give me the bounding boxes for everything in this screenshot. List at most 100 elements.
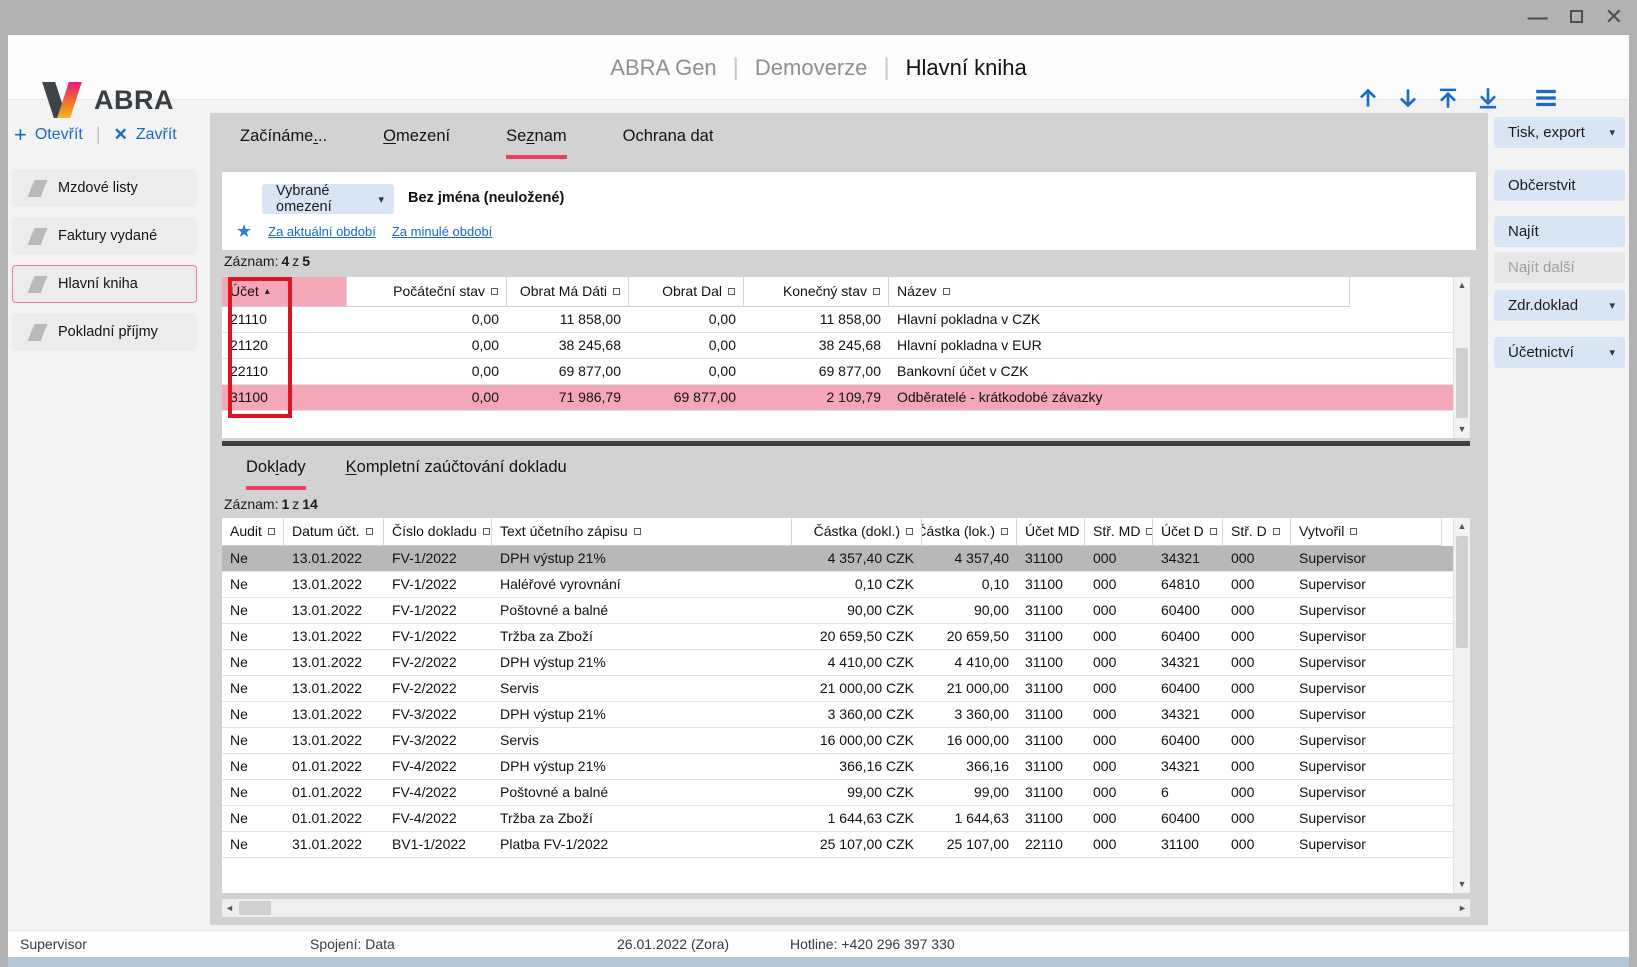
cell: 01.01.2022 bbox=[284, 754, 384, 779]
najit-button[interactable]: Najít bbox=[1494, 216, 1625, 247]
column-header-1[interactable]: Audit bbox=[222, 518, 284, 546]
table-row[interactable]: Ne13.01.2022FV-1/2022DPH výstup 21%4 357… bbox=[222, 546, 1470, 572]
scroll-down-icon[interactable]: ▼ bbox=[1454, 877, 1470, 892]
move-last-icon[interactable] bbox=[1475, 85, 1501, 111]
upper-vertical-scrollbar[interactable]: ▲ ▼ bbox=[1453, 277, 1470, 438]
column-header-8[interactable]: Stř. MD bbox=[1085, 518, 1153, 546]
link-previous-period[interactable]: Za minulé období bbox=[392, 224, 492, 239]
zdr-doklad-button[interactable]: Zdr.doklad▾ bbox=[1494, 290, 1625, 321]
tab-seznam[interactable]: Seznam bbox=[506, 127, 567, 159]
table-row[interactable]: Ne31.01.2022BV1-1/2022Platba FV-1/202225… bbox=[222, 832, 1470, 858]
column-header-2[interactable]: Počáteční stav bbox=[347, 277, 507, 307]
column-header-1[interactable]: Účet▴ bbox=[222, 277, 347, 307]
table-row[interactable]: Ne13.01.2022FV-3/2022DPH výstup 21%3 360… bbox=[222, 702, 1470, 728]
close-list-button[interactable]: ✕ Zavřít bbox=[114, 125, 177, 145]
obcerstvit-button[interactable]: Občerstvit bbox=[1494, 170, 1625, 201]
column-header-11[interactable]: Vytvořil bbox=[1291, 518, 1442, 546]
move-down-icon[interactable] bbox=[1395, 85, 1421, 111]
table-row[interactable]: 211200,0038 245,680,0038 245,68Hlavní po… bbox=[222, 333, 1470, 359]
column-header-6[interactable]: Částka (lok.) bbox=[922, 518, 1017, 546]
column-header-5[interactable]: Konečný stav bbox=[744, 277, 889, 307]
tab-omezeni[interactable]: Omezení bbox=[383, 127, 450, 159]
scroll-up-icon[interactable]: ▲ bbox=[1454, 278, 1470, 293]
lower-scroll-thumb[interactable] bbox=[1456, 536, 1468, 648]
column-header-4[interactable]: Obrat Dal bbox=[629, 277, 744, 307]
minimize-icon[interactable]: — bbox=[1528, 8, 1548, 28]
filter-square-icon[interactable] bbox=[906, 528, 913, 535]
filter-square-icon[interactable] bbox=[491, 288, 498, 295]
scroll-left-icon[interactable]: ◄ bbox=[222, 899, 237, 917]
scroll-right-icon[interactable]: ► bbox=[1455, 899, 1470, 917]
filter-square-icon[interactable] bbox=[943, 288, 950, 295]
sidebar-item-hlavni-kniha[interactable]: Hlavní kniha bbox=[12, 265, 197, 303]
column-header-10[interactable]: Stř. D bbox=[1223, 518, 1291, 546]
filter-square-icon[interactable] bbox=[1001, 528, 1008, 535]
scroll-down-icon[interactable]: ▼ bbox=[1454, 422, 1470, 437]
filter-square-icon[interactable] bbox=[728, 288, 735, 295]
cell: 000 bbox=[1085, 754, 1153, 779]
column-header-label: Částka (dokl.) bbox=[814, 518, 900, 545]
table-row[interactable]: Ne13.01.2022FV-2/2022DPH výstup 21%4 410… bbox=[222, 650, 1470, 676]
cell: Ne bbox=[222, 702, 284, 727]
mode-label: Demoverze bbox=[755, 55, 867, 81]
tab-kompletni-zauctovani[interactable]: Kompletní zaúčtování dokladu bbox=[346, 458, 567, 490]
filter-square-icon[interactable] bbox=[873, 288, 880, 295]
filter-square-icon[interactable] bbox=[634, 528, 641, 535]
cell: FV-1/2022 bbox=[384, 624, 492, 649]
favorite-star-icon[interactable]: ★ bbox=[236, 222, 252, 240]
tab-doklady[interactable]: Doklady bbox=[246, 458, 306, 490]
column-header-6[interactable]: Název bbox=[889, 277, 1350, 307]
filter-square-icon[interactable] bbox=[366, 528, 373, 535]
filter-square-icon[interactable] bbox=[613, 288, 620, 295]
maximize-icon[interactable] bbox=[1570, 7, 1583, 27]
table-row[interactable]: Ne13.01.2022FV-3/2022Servis16 000,00 CZK… bbox=[222, 728, 1470, 754]
tab-zaciname[interactable]: Začínáme... bbox=[240, 127, 327, 159]
table-row[interactable]: Ne13.01.2022FV-1/2022Tržba za Zboží20 65… bbox=[222, 624, 1470, 650]
pane-splitter[interactable] bbox=[222, 441, 1470, 446]
menu-icon[interactable] bbox=[1533, 85, 1559, 111]
move-up-icon[interactable] bbox=[1355, 85, 1381, 111]
table-row[interactable]: Ne13.01.2022FV-2/2022Servis21 000,00 CZK… bbox=[222, 676, 1470, 702]
close-icon[interactable]: ✕ bbox=[1605, 7, 1623, 27]
table-row[interactable]: Ne13.01.2022FV-1/2022Poštovné a balné90,… bbox=[222, 598, 1470, 624]
selected-restriction-dropdown[interactable]: Vybrané omezení ▾ bbox=[262, 184, 394, 214]
cell: FV-3/2022 bbox=[384, 702, 492, 727]
link-current-period[interactable]: Za aktuální období bbox=[268, 224, 376, 239]
sidebar-item-pokladni-prijmy[interactable]: Pokladní příjmy bbox=[12, 313, 197, 351]
column-header-label: Audit bbox=[230, 518, 262, 545]
scroll-up-icon[interactable]: ▲ bbox=[1454, 519, 1470, 534]
column-header-9[interactable]: Účet D bbox=[1153, 518, 1223, 546]
horizontal-scrollbar[interactable]: ◄ ► bbox=[222, 899, 1470, 917]
ucetnictvi-button[interactable]: Účetnictví▾ bbox=[1494, 337, 1625, 368]
filter-square-icon[interactable] bbox=[483, 528, 490, 535]
column-header-3[interactable]: Číslo dokladu bbox=[384, 518, 492, 546]
column-header-2[interactable]: Datum účt. bbox=[284, 518, 384, 546]
filter-square-icon[interactable] bbox=[1210, 528, 1217, 535]
open-button[interactable]: + Otevřít bbox=[14, 126, 83, 144]
lower-vertical-scrollbar[interactable]: ▲ ▼ bbox=[1453, 518, 1470, 893]
upper-scroll-thumb[interactable] bbox=[1456, 348, 1468, 418]
column-header-5[interactable]: Částka (dokl.) bbox=[792, 518, 922, 546]
filter-square-icon[interactable] bbox=[1350, 528, 1357, 535]
sidebar-item-faktury-vydane[interactable]: Faktury vydané bbox=[12, 217, 197, 255]
sidebar-item-mzdove-listy[interactable]: Mzdové listy bbox=[12, 169, 197, 207]
table-row[interactable]: Ne01.01.2022FV-4/2022Tržba za Zboží1 644… bbox=[222, 806, 1470, 832]
filter-square-icon[interactable] bbox=[1273, 528, 1280, 535]
tab-ochrana-dat[interactable]: Ochrana dat bbox=[623, 127, 714, 159]
horizontal-scroll-thumb[interactable] bbox=[239, 901, 271, 915]
table-row[interactable]: Ne01.01.2022FV-4/2022Poštovné a balné99,… bbox=[222, 780, 1470, 806]
table-row[interactable]: 211100,0011 858,000,0011 858,00Hlavní po… bbox=[222, 307, 1470, 333]
cell: 22110 bbox=[1017, 832, 1085, 857]
column-header-4[interactable]: Text účetního zápisu bbox=[492, 518, 792, 546]
column-header-3[interactable]: Obrat Má Dáti bbox=[507, 277, 629, 307]
tisk-export-button[interactable]: Tisk, export▾ bbox=[1494, 117, 1625, 148]
cell: 21 000,00 CZK bbox=[792, 676, 922, 701]
table-row[interactable]: 311000,0071 986,7969 877,002 109,79Odběr… bbox=[222, 385, 1470, 411]
column-header-7[interactable]: Účet MD bbox=[1017, 518, 1085, 546]
cell: Ne bbox=[222, 598, 284, 623]
table-row[interactable]: 221100,0069 877,000,0069 877,00Bankovní … bbox=[222, 359, 1470, 385]
table-row[interactable]: Ne01.01.2022FV-4/2022DPH výstup 21%366,1… bbox=[222, 754, 1470, 780]
table-row[interactable]: Ne13.01.2022FV-1/2022Haléřové vyrovnání0… bbox=[222, 572, 1470, 598]
filter-square-icon[interactable] bbox=[268, 528, 275, 535]
move-first-icon[interactable] bbox=[1435, 85, 1461, 111]
